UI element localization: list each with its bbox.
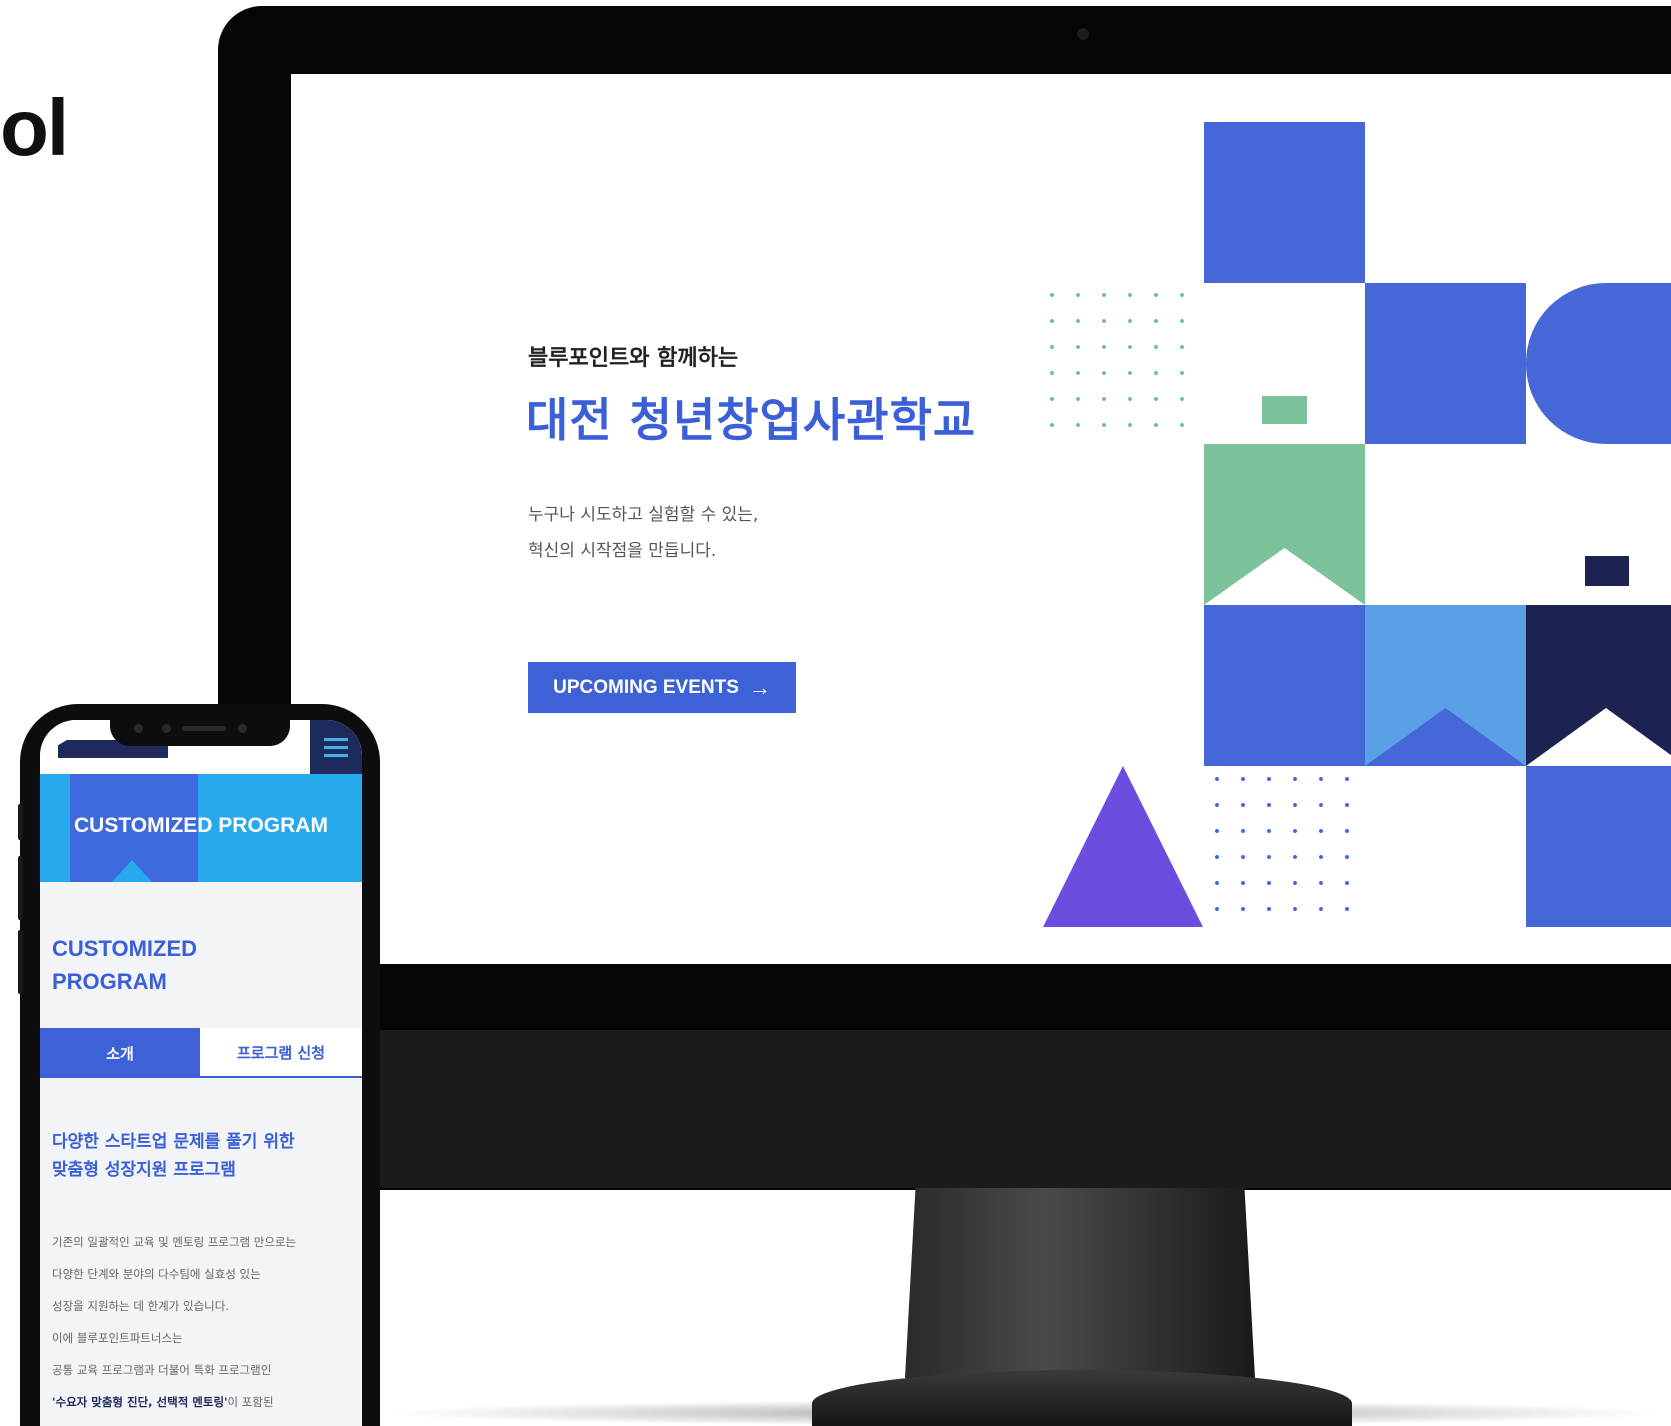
sensor-icon: [162, 724, 171, 733]
camera-icon: [134, 724, 143, 733]
mobile-section-heading: CUSTOMIZED PROGRAM: [52, 932, 272, 998]
art-half-circle-blue: [1526, 283, 1671, 444]
body-line: 성장을 지원하는 데 한계가 있습니다.: [52, 1299, 229, 1313]
speaker-grille: [182, 726, 226, 731]
body-line: 이에 블루포인트파트너스는: [52, 1331, 183, 1345]
phone-side-button: [18, 856, 23, 920]
art-square-blue: [1365, 283, 1526, 444]
phone-side-button: [18, 930, 23, 994]
arrow-right-icon: →: [748, 674, 771, 700]
mobile-banner: CUSTOMIZED PROGRAM: [40, 774, 362, 882]
subheading-line: 맞춤형 성장지원 프로그램: [52, 1160, 236, 1180]
camera-icon: [1077, 28, 1089, 40]
art-small-navy-rect: [1585, 556, 1629, 586]
mobile-subheading: 다양한 스타트업 문제를 풀기 위한 맞춤형 성장지원 프로그램: [52, 1128, 352, 1184]
phone-notch: [110, 712, 290, 746]
body-line: 기존의 일괄적인 교육 및 멘토링 프로그램 만으로는: [52, 1235, 297, 1249]
art-small-green-rect: [1262, 396, 1307, 424]
subheading-line: 다양한 스타트업 문제를 풀기 위한: [52, 1132, 295, 1152]
banner-title: CUSTOMIZED PROGRAM: [74, 814, 328, 837]
tab-program-apply[interactable]: 프로그램 신청: [200, 1028, 362, 1078]
art-triangle-purple: [1043, 766, 1203, 927]
art-square-blue: [1204, 122, 1365, 283]
body-line: 다양한 단계와 분야의 다수팀에 실효성 있는: [52, 1267, 261, 1281]
sensor-icon: [238, 724, 247, 733]
monitor-stand-base: [812, 1370, 1352, 1426]
body-emphasis: '수요자 맞춤형 진단, 선택적 멘토링': [52, 1395, 228, 1409]
art-square-blue: [1526, 766, 1671, 927]
page-heading-fragment: ol: [0, 83, 69, 172]
art-square-blue: [1204, 605, 1365, 766]
upcoming-events-button[interactable]: UPCOMING EVENTS →: [528, 662, 796, 713]
body-line: 공통 교육 프로그램과 더불어 특화 프로그램인: [52, 1363, 272, 1377]
heading-line: PROGRAM: [52, 969, 167, 994]
cta-label: UPCOMING EVENTS: [553, 676, 739, 698]
heading-line: CUSTOMIZED: [52, 936, 198, 961]
hero-desc-line: 혁신의 시작점을 만듭니다.: [528, 541, 717, 561]
tab-intro[interactable]: 소개: [40, 1028, 200, 1078]
hamburger-menu-icon[interactable]: [310, 720, 362, 774]
hero-desc-line: 누구나 시도하고 실험할 수 있는,: [528, 505, 759, 525]
body-line: '수요자 맞춤형 진단, 선택적 멘토링'이 포함된: [52, 1386, 352, 1418]
body-line-rest: 이 포함된: [227, 1395, 274, 1409]
art-dots-blue: [1204, 766, 1365, 927]
desktop-screen: 블루포인트와 함께하는 대전 청년창업사관학교 누구나 시도하고 실험할 수 있…: [291, 74, 1671, 964]
mobile-screen: CUSTOMIZED PROGRAM CUSTOMIZED PROGRAM 소개…: [40, 720, 362, 1426]
hero-subtitle: 블루포인트와 함께하는: [528, 346, 739, 371]
mobile-body-text: 기존의 일괄적인 교육 및 멘토링 프로그램 만으로는 다양한 단계와 분야의 …: [52, 1226, 352, 1418]
art-dots-green: [1039, 282, 1204, 442]
hero-description: 누구나 시도하고 실험할 수 있는, 혁신의 시작점을 만듭니다.: [528, 497, 758, 569]
phone-side-button: [18, 804, 23, 840]
monitor-stand: [905, 1188, 1255, 1378]
monitor-chin: [218, 1030, 1671, 1188]
hero-title: 대전 청년창업사관학교: [526, 393, 977, 447]
